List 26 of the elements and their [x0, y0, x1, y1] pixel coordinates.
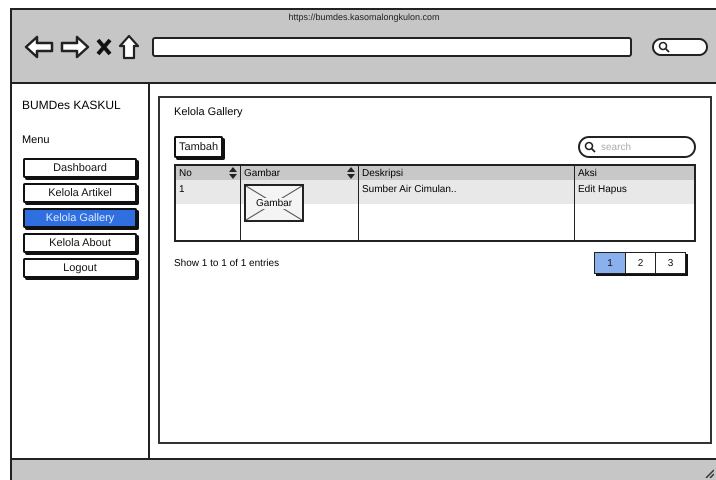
sidebar-item[interactable]: Kelola Gallery [23, 208, 137, 228]
brand-title: BUMDes KASKUL [22, 98, 121, 112]
resize-grip-icon[interactable] [704, 468, 714, 478]
page-button[interactable]: 1 [595, 253, 625, 273]
column-header[interactable]: No [176, 166, 240, 180]
search-field[interactable]: search [578, 136, 696, 158]
entries-info: Show 1 to 1 of 1 entries [174, 258, 280, 268]
sidebar-item[interactable]: Kelola Artikel [23, 183, 137, 203]
image-label: Gambar [254, 198, 294, 208]
table-cell: Edit Hapus [574, 180, 694, 240]
sort-icon [229, 167, 237, 179]
search-icon [658, 41, 670, 53]
page-title: Kelola Gallery [174, 106, 244, 118]
browser-search-field[interactable] [652, 38, 708, 56]
forward-arrow-icon[interactable] [60, 34, 90, 60]
page-url: https://bumdes.kasomalongkulon.com [287, 12, 441, 22]
add-button[interactable]: Tambah [174, 136, 224, 158]
menu-label: Menu [22, 134, 50, 146]
sidebar-item[interactable]: Dashboard [23, 158, 137, 178]
sidebar-item[interactable]: Logout [23, 258, 137, 278]
sidebar-item[interactable]: Kelola About [23, 233, 137, 253]
back-arrow-icon[interactable] [24, 34, 54, 60]
table-cell: Sumber Air Cimulan.. [358, 180, 574, 240]
address-field[interactable] [152, 37, 632, 57]
search-icon [584, 141, 596, 153]
close-icon[interactable] [96, 38, 112, 56]
